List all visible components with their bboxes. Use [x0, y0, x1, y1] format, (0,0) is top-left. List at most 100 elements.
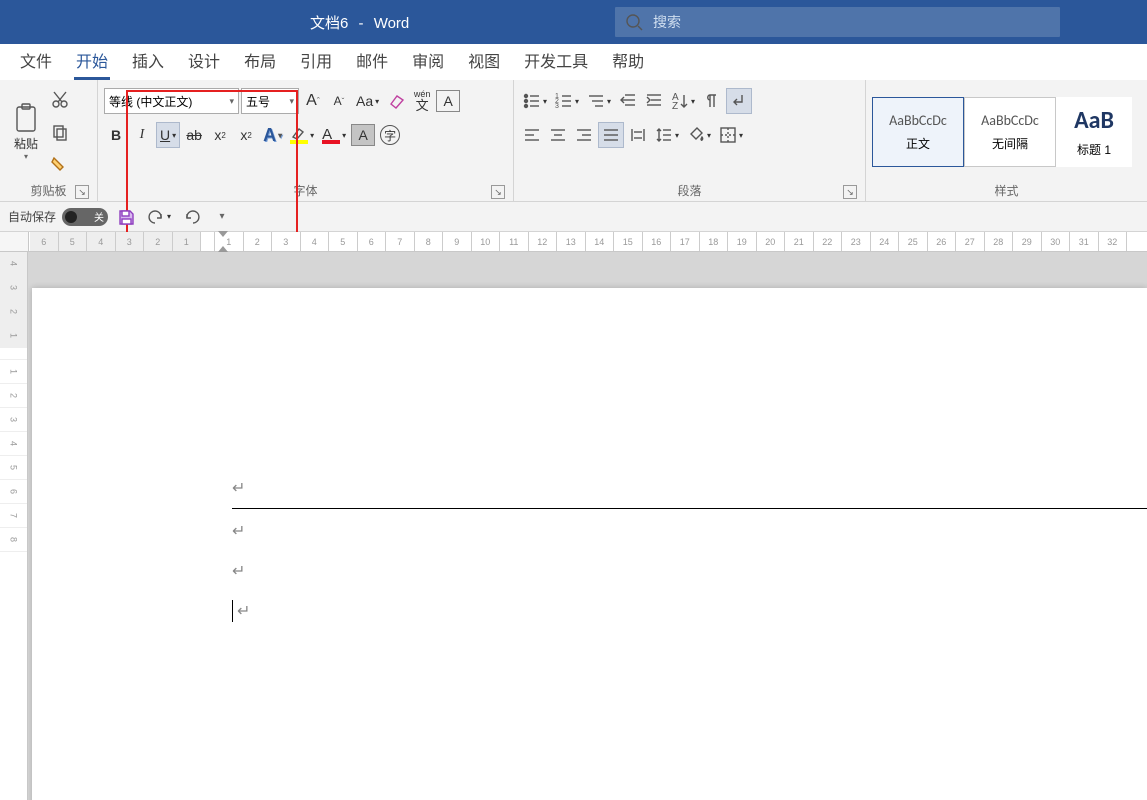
- bold-button[interactable]: B: [104, 122, 128, 148]
- grow-font-button[interactable]: Aˆ: [301, 88, 325, 114]
- toggle-marks-button[interactable]: [700, 88, 724, 114]
- change-case-button[interactable]: Aa▾: [353, 88, 382, 114]
- tab-layout[interactable]: 布局: [232, 42, 288, 80]
- search-box[interactable]: [615, 7, 1060, 37]
- group-paragraph: ▾ 123▾ ▾ AZ▾ ▾ ▾ ▾ 段落 ↘: [514, 80, 866, 201]
- search-input[interactable]: [653, 14, 1050, 30]
- sort-icon: AZ: [671, 92, 689, 110]
- qat-customize-button[interactable]: ▾: [210, 204, 234, 230]
- tab-help[interactable]: 帮助: [600, 42, 656, 80]
- redo-button[interactable]: [180, 204, 204, 230]
- highlight-button[interactable]: ▾: [287, 122, 317, 148]
- ruler-corner[interactable]: L: [0, 232, 28, 251]
- ruler-horizontal[interactable]: L 65432112345678910111213141516171819202…: [0, 232, 1147, 252]
- enclose-char-button[interactable]: 字: [377, 122, 403, 148]
- paragraph-2[interactable]: ↵: [232, 511, 1147, 551]
- indent-button[interactable]: [642, 88, 666, 114]
- style-normal[interactable]: AaBbCcDc 正文: [872, 97, 964, 167]
- clipboard-icon: [12, 103, 40, 135]
- cut-button[interactable]: [48, 87, 72, 113]
- clipboard-launcher[interactable]: ↘: [75, 185, 89, 199]
- char-border-button[interactable]: A: [436, 90, 460, 112]
- highlighter-icon: [290, 126, 306, 140]
- tab-mail[interactable]: 邮件: [344, 42, 400, 80]
- tab-file[interactable]: 文件: [8, 42, 64, 80]
- styles-group-label: 样式: [872, 179, 1141, 201]
- ruler-tick: 16: [643, 232, 672, 251]
- font-name-combo[interactable]: 等线 (中文正文)▾: [104, 88, 239, 114]
- tab-view[interactable]: 视图: [456, 42, 512, 80]
- copy-button[interactable]: [48, 119, 72, 145]
- ruler-tick: 20: [757, 232, 786, 251]
- ruler-tick: 14: [586, 232, 615, 251]
- paragraph-3[interactable]: ↵: [232, 551, 1147, 591]
- page[interactable]: ↵ ↵ ↵ ↵: [32, 288, 1147, 800]
- ruler-tick: 4: [87, 232, 116, 251]
- tab-design[interactable]: 设计: [176, 42, 232, 80]
- align-justify-button[interactable]: [598, 122, 624, 148]
- tab-insert[interactable]: 插入: [120, 42, 176, 80]
- work-area: 432112345678 ↵ ↵ ↵ ↵: [0, 252, 1147, 800]
- document-area[interactable]: ↵ ↵ ↵ ↵: [28, 252, 1147, 800]
- sort-button[interactable]: AZ▾: [668, 88, 698, 114]
- char-shading-button[interactable]: A: [351, 124, 375, 146]
- tab-devtools[interactable]: 开发工具: [512, 42, 600, 80]
- ruler-tick: 22: [814, 232, 843, 251]
- pinyin-button[interactable]: wén文: [410, 89, 434, 113]
- text-effects-button[interactable]: A▾: [260, 122, 285, 148]
- style-no-spacing[interactable]: AaBbCcDc 无间隔: [964, 97, 1056, 167]
- superscript-button[interactable]: x2: [234, 122, 258, 148]
- line-spacing-button[interactable]: ▾: [652, 122, 682, 148]
- undo-button[interactable]: ▾: [144, 204, 174, 230]
- ruler-vertical[interactable]: 432112345678: [0, 252, 28, 800]
- paste-button[interactable]: 粘贴 ▾: [6, 98, 46, 166]
- multilevel-icon: [587, 92, 605, 110]
- bullets-button[interactable]: ▾: [520, 88, 550, 114]
- clear-format-button[interactable]: [384, 88, 408, 114]
- paragraph-return-icon: [730, 92, 748, 110]
- paragraph-launcher[interactable]: ↘: [843, 185, 857, 199]
- quick-access-toolbar: 自动保存 关 ▾ ▾: [0, 202, 1147, 232]
- style-heading1[interactable]: AaB 标题 1: [1056, 97, 1132, 167]
- linespacing-icon: [655, 126, 673, 144]
- show-paragraph-button[interactable]: [726, 88, 752, 114]
- group-font: 等线 (中文正文)▾ 五号▾ Aˆ Aˇ Aa▾ wén文 A B I U▾ a…: [98, 80, 514, 201]
- tab-review[interactable]: 审阅: [400, 42, 456, 80]
- window-title: 文档6 - Word: [310, 12, 409, 33]
- ruler-tick: 10: [472, 232, 501, 251]
- outdent-button[interactable]: [616, 88, 640, 114]
- font-launcher[interactable]: ↘: [491, 185, 505, 199]
- shrink-font-button[interactable]: Aˇ: [327, 88, 351, 114]
- font-color-button[interactable]: A▾: [319, 122, 349, 148]
- paragraph-4[interactable]: ↵: [232, 591, 1147, 631]
- shading-button[interactable]: ▾: [684, 122, 714, 148]
- format-painter-button[interactable]: [48, 151, 72, 177]
- save-button[interactable]: [114, 204, 138, 230]
- numbering-button[interactable]: 123▾: [552, 88, 582, 114]
- outdent-icon: [619, 92, 637, 110]
- align-right-button[interactable]: [572, 122, 596, 148]
- align-center-button[interactable]: [546, 122, 570, 148]
- ruler-tick: 19: [728, 232, 757, 251]
- autosave-toggle[interactable]: 关: [62, 208, 108, 226]
- strikethrough-button[interactable]: ab: [182, 122, 206, 148]
- tab-home[interactable]: 开始: [64, 42, 120, 80]
- brush-icon: [51, 155, 69, 173]
- multilevel-button[interactable]: ▾: [584, 88, 614, 114]
- underline-button[interactable]: U▾: [156, 122, 180, 148]
- align-left-button[interactable]: [520, 122, 544, 148]
- tab-reference[interactable]: 引用: [288, 42, 344, 80]
- distribute-button[interactable]: [626, 122, 650, 148]
- tabs-bar: 文件 开始 插入 设计 布局 引用 邮件 审阅 视图 开发工具 帮助: [0, 44, 1147, 80]
- ruler-tick: 27: [956, 232, 985, 251]
- borders-button[interactable]: ▾: [716, 122, 746, 148]
- subscript-button[interactable]: x2: [208, 122, 232, 148]
- align-right-icon: [575, 126, 593, 144]
- font-size-combo[interactable]: 五号▾: [241, 88, 299, 114]
- borders-icon: [719, 126, 737, 144]
- first-line-indent-marker[interactable]: [218, 231, 228, 237]
- paragraph-1[interactable]: ↵: [232, 468, 1147, 508]
- ruler-tick: 6: [358, 232, 387, 251]
- ruler-tick: 13: [557, 232, 586, 251]
- italic-button[interactable]: I: [130, 122, 154, 148]
